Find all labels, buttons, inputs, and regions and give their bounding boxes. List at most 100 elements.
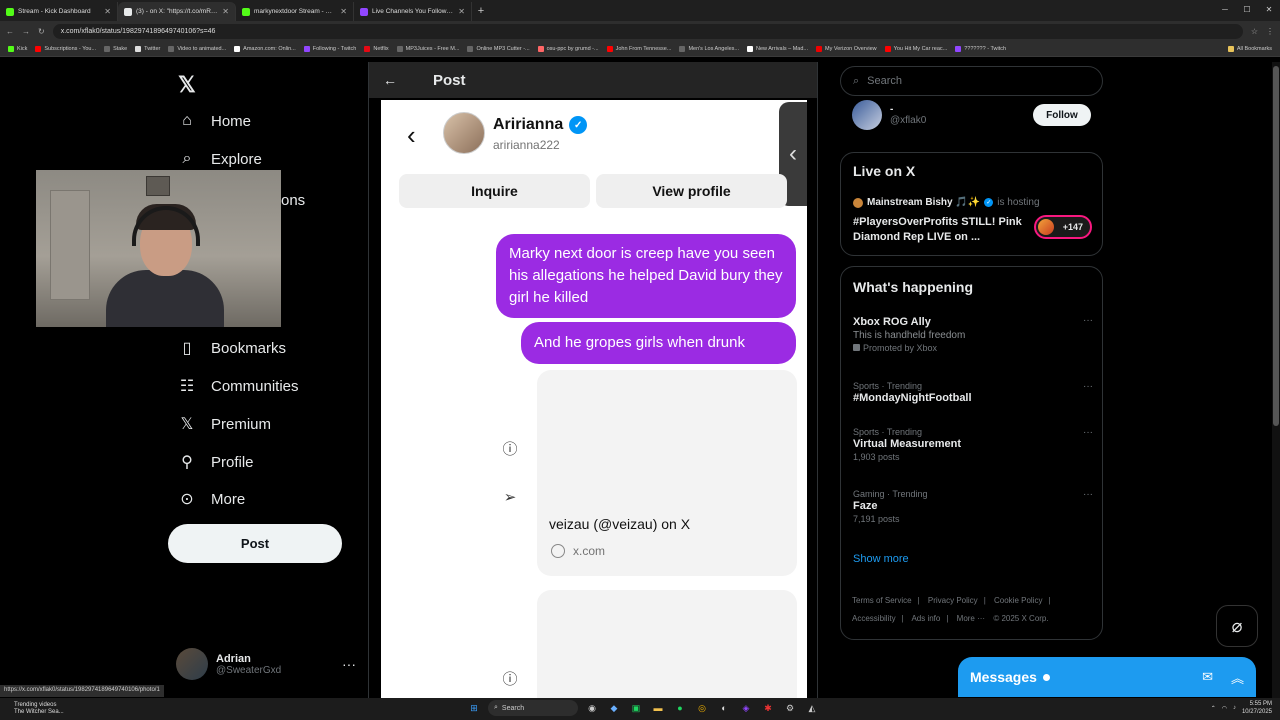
chevron-up-icon[interactable]: ⌃ [1211, 705, 1216, 712]
bookmark-item[interactable]: Following - Twitch [303, 45, 356, 52]
volume-icon[interactable]: ♪ [1233, 705, 1236, 711]
browser-tab-kick[interactable]: Stream - Kick Dashboard ✕ [0, 2, 118, 21]
all-bookmarks[interactable]: All Bookmarks [1227, 45, 1272, 52]
menu-icon[interactable]: ⋮ [1266, 27, 1274, 36]
more-options-icon[interactable]: ··· [1083, 489, 1093, 500]
bookmark-item[interactable]: ??????? - Twitch [955, 45, 1006, 52]
star-icon[interactable]: ☆ [1251, 27, 1258, 36]
messages-drawer[interactable]: Messages ✉ ︽ [958, 657, 1256, 697]
app-icon[interactable]: ◐ [716, 700, 732, 716]
bookmark-item[interactable]: osu-ppc by grumd -... [537, 45, 599, 52]
trend-item[interactable]: Gaming · Trending Faze 7,191 posts ··· [853, 489, 1093, 524]
reload-icon[interactable]: ↻ [38, 27, 45, 36]
post-button[interactable]: Post [168, 524, 342, 563]
bookmark-item[interactable]: Amazon.com: Onlin... [234, 45, 296, 52]
unread-dot-icon [1042, 673, 1050, 681]
app-icon[interactable]: ◭ [804, 700, 820, 716]
account-switcher[interactable]: Adrian @SweaterGxd ··· [176, 646, 356, 682]
back-arrow-icon[interactable]: ← [383, 72, 397, 88]
app-icon[interactable]: ◆ [606, 700, 622, 716]
bookmark-item[interactable]: My Verizon Overview [816, 45, 877, 52]
close-icon[interactable]: ✕ [340, 7, 347, 16]
app-icon[interactable]: ◈ [738, 700, 754, 716]
nav-item-explore[interactable]: ⌕ Explore [178, 150, 262, 168]
footer-link[interactable]: Privacy Policy [928, 596, 978, 605]
x-logo-icon[interactable]: 𝕏 [178, 72, 196, 98]
search-input[interactable]: ⌕ Search [840, 66, 1103, 96]
post-image-dm-screenshot[interactable]: ‹ Aririanna ✓ aririanna222 ‹ Inquire View… [381, 100, 807, 700]
more-options-icon[interactable]: ··· [342, 656, 356, 672]
bookmark-label: All Bookmarks [1236, 45, 1272, 52]
app-icon[interactable]: ◉ [584, 700, 600, 716]
post-detail-column: ← Post ‹ Aririanna ✓ aririanna222 ‹ Inqui… [368, 62, 818, 702]
app-icon[interactable]: ⚙ [782, 700, 798, 716]
minimize-button[interactable]: ─ [1214, 0, 1236, 20]
browser-tab-kick-stream[interactable]: markynextdoor Stream - Watch ✕ [236, 2, 354, 21]
app-icon[interactable]: ✱ [760, 700, 776, 716]
nav-item-communities[interactable]: ☷ Communities [178, 377, 299, 396]
taskbar-search[interactable]: ⌕ Search [488, 700, 578, 716]
bookmark-item[interactable]: New Arrivals – Mad... [747, 45, 808, 52]
bookmark-item[interactable]: MP3Juices - Free M... [396, 45, 459, 52]
trend-item[interactable]: Sports · Trending Virtual Measurement 1,… [853, 427, 1093, 462]
footer-link[interactable]: Cookie Policy [994, 596, 1042, 605]
clock[interactable]: 5:55 PM 10/27/2025 [1242, 700, 1272, 716]
bookmark-item[interactable]: Netflix [364, 45, 389, 52]
footer-link[interactable]: Ads info [911, 614, 940, 623]
close-window-button[interactable]: ✕ [1258, 0, 1280, 20]
show-more-link[interactable]: Show more [853, 553, 909, 565]
footer-link[interactable]: More ··· [957, 614, 985, 623]
app-icon[interactable]: ▣ [628, 700, 644, 716]
trend-item[interactable]: Sports · Trending #MondayNightFootball ·… [853, 381, 1093, 404]
browser-tab-twitch[interactable]: Live Channels You Follow - Twitch ✕ [354, 2, 472, 21]
bookmark-item[interactable]: Stake [104, 45, 127, 52]
nav-item-profile[interactable]: ⚲ Profile [178, 453, 253, 472]
new-tab-button[interactable]: + [472, 2, 490, 21]
live-listener-count[interactable]: +147 [1034, 215, 1092, 239]
bookmark-item[interactable]: You Hit My Car reac... [884, 45, 947, 52]
grok-icon[interactable]: ⌀ [1216, 605, 1258, 647]
chevron-up-icon[interactable]: ︽ [1231, 668, 1244, 687]
browser-tab-x[interactable]: (3) - on X: "https://t.co/mR9B... ✕ [118, 2, 236, 21]
webcam-background-door [50, 190, 90, 300]
spotify-icon[interactable]: ● [672, 700, 688, 716]
live-stream-title[interactable]: #PlayersOverProfits STILL! Pink Diamond … [853, 215, 1023, 245]
bookmark-item[interactable]: Twitter [135, 45, 160, 52]
nav-item-premium[interactable]: 𝕏 Premium [178, 415, 271, 434]
nav-item-home[interactable]: ⌂ Home [178, 112, 251, 130]
close-icon[interactable]: ✕ [222, 7, 229, 16]
footer-link[interactable]: Accessibility [852, 614, 896, 623]
who-to-follow-item[interactable]: - @xflak0 Follow [840, 98, 1103, 132]
maximize-button[interactable]: ☐ [1236, 0, 1258, 20]
live-host[interactable]: Mainstream Bishy 🎵✨ ✓ is hosting [853, 197, 1040, 208]
folder-icon[interactable]: ▬ [650, 700, 666, 716]
windows-start-icon[interactable]: ⊞ [466, 700, 482, 716]
scrollbar-thumb[interactable] [1273, 66, 1279, 426]
url-input[interactable]: x.com/xflak0/status/1982974189649740106?… [52, 23, 1243, 39]
bookmark-favicon-icon [537, 45, 544, 52]
follow-button[interactable]: Follow [1033, 104, 1091, 126]
bookmark-item[interactable]: Men's Los Angeles... [679, 45, 739, 52]
taskbar-widget[interactable]: Trending videos The Witcher Sea... [0, 702, 160, 716]
bookmark-item[interactable]: John From Tennesse... [606, 45, 671, 52]
wifi-icon[interactable]: ◠ [1222, 705, 1227, 712]
bookmark-item[interactable]: Video to animated... [168, 45, 226, 52]
footer-link[interactable]: Terms of Service [852, 596, 912, 605]
close-icon[interactable]: ✕ [104, 7, 111, 16]
back-icon[interactable]: ← [6, 27, 14, 36]
trend-item[interactable]: Xbox ROG Ally This is handheld freedom P… [853, 315, 1093, 353]
bookmark-item[interactable]: Kick [8, 45, 27, 52]
chrome-icon[interactable]: ◎ [694, 700, 710, 716]
bookmark-item[interactable]: Subscriptions - You... [35, 45, 96, 52]
nav-item-bookmarks[interactable]: ▯ Bookmarks [178, 339, 286, 358]
page-scrollbar[interactable] [1272, 62, 1280, 698]
nav-item-more[interactable]: ⊙ More [178, 490, 245, 509]
more-options-icon[interactable]: ··· [1083, 381, 1093, 392]
more-options-icon[interactable]: ··· [1083, 315, 1093, 326]
forward-icon[interactable]: → [22, 27, 30, 36]
trend-meta: Sports · Trending [853, 381, 923, 391]
new-message-icon[interactable]: ✉ [1202, 669, 1213, 685]
more-options-icon[interactable]: ··· [1083, 427, 1093, 438]
bookmark-item[interactable]: Online MP3 Cutter -... [467, 45, 530, 52]
close-icon[interactable]: ✕ [458, 7, 465, 16]
